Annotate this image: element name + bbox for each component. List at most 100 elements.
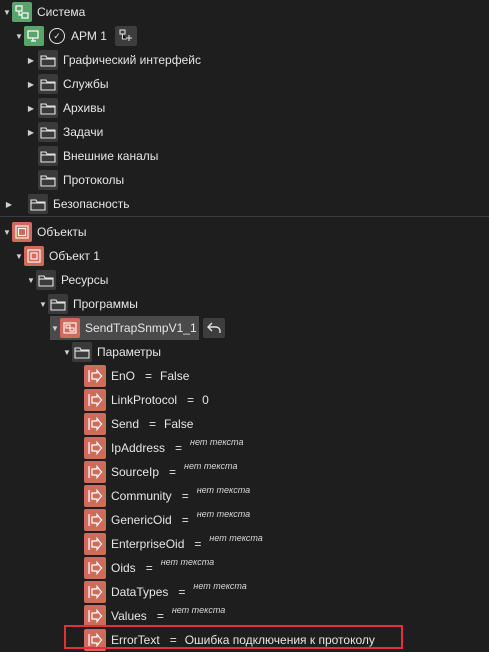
- parameter-row[interactable]: LinkProtocol = 0: [84, 388, 209, 412]
- tree-node-arm-child[interactable]: ▶ Задачи: [26, 120, 103, 144]
- parameter-row[interactable]: Oids = нет текста: [84, 556, 214, 580]
- folder-icon: [48, 294, 68, 314]
- folder-icon: [38, 122, 58, 142]
- equals-sign: =: [149, 417, 157, 431]
- parameter-value: нет текста: [209, 533, 263, 543]
- folder-icon: [38, 50, 58, 70]
- tree-node-label: Параметры: [97, 345, 161, 359]
- parameter-name: Oids: [111, 561, 136, 575]
- parameter-name: Send: [111, 417, 140, 431]
- parameter-name: EnterpriseOid: [111, 537, 185, 551]
- collapse-arrow-icon[interactable]: ▼: [2, 227, 12, 237]
- tree-node-resources[interactable]: ▼ Ресурсы: [26, 268, 108, 292]
- tree-node-arm[interactable]: ▼ ✓ АРМ 1: [14, 24, 137, 48]
- parameter-value: нет текста: [184, 461, 238, 471]
- equals-sign: =: [194, 537, 202, 551]
- expand-arrow-icon[interactable]: ▶: [26, 79, 36, 89]
- parameter-value: False: [160, 369, 190, 383]
- tree-node-label: Протоколы: [63, 173, 125, 187]
- tree-node-label: Безопасность: [53, 197, 130, 211]
- tree-node-label: SendTrapSnmpV1_1: [85, 321, 197, 335]
- tree-node-security[interactable]: ▶ Безопасность: [2, 192, 130, 216]
- tree-node-arm-child[interactable]: Внешние каналы: [26, 144, 158, 168]
- system-node-icon: [12, 2, 32, 22]
- tree-node-label: Ресурсы: [61, 273, 109, 287]
- parameter-value: нет текста: [171, 605, 226, 615]
- tree-node-arm-child[interactable]: ▶ Архивы: [26, 96, 105, 120]
- equals-sign: =: [178, 585, 186, 599]
- tree-node-parameters[interactable]: ▼ Параметры: [62, 340, 161, 364]
- collapse-arrow-icon[interactable]: ▼: [14, 251, 24, 261]
- collapse-arrow-icon[interactable]: ▼: [26, 275, 36, 285]
- tree-node-objects[interactable]: ▼ Объекты: [2, 220, 87, 244]
- input-parameter-icon: [84, 485, 106, 507]
- parameter-row[interactable]: Send = False: [84, 412, 193, 436]
- folder-icon: [38, 74, 58, 94]
- parameter-name: DataTypes: [111, 585, 169, 599]
- highlight-box: [64, 625, 403, 649]
- parameter-value: False: [164, 417, 194, 431]
- folder-icon: [36, 270, 56, 290]
- equals-sign: =: [181, 513, 189, 527]
- parameter-value: 0: [202, 393, 209, 407]
- tree-node-arm-child[interactable]: ▶ Службы: [26, 72, 108, 96]
- equals-sign: =: [145, 561, 153, 575]
- expand-arrow-icon[interactable]: ▶: [26, 55, 36, 65]
- collapse-arrow-icon[interactable]: ▼: [2, 7, 12, 17]
- tree-node-program[interactable]: ▼ SendTrapSnmpV1_1: [50, 316, 199, 340]
- tree-node-system[interactable]: ▼ Система: [2, 0, 85, 24]
- parameter-value: нет текста: [190, 437, 244, 447]
- add-child-icon[interactable]: [114, 26, 137, 46]
- status-check-icon: ✓: [49, 28, 65, 44]
- tree-node-label: Объекты: [37, 225, 87, 239]
- parameter-name: GenericOid: [111, 513, 172, 527]
- input-parameter-icon: [84, 557, 106, 579]
- tree-node-object1[interactable]: ▼ Объект 1: [14, 244, 100, 268]
- parameter-row[interactable]: EnO = False: [84, 364, 189, 388]
- collapse-arrow-icon[interactable]: ▼: [14, 31, 24, 41]
- input-parameter-icon: [84, 533, 106, 555]
- parameter-row[interactable]: SourceIp = нет текста: [84, 460, 237, 484]
- input-parameter-icon: [84, 461, 106, 483]
- tree-node-label: Система: [37, 5, 86, 19]
- parameter-value: нет текста: [196, 485, 251, 495]
- tree-node-arm-child[interactable]: ▶ Графический интерфейс: [26, 48, 201, 72]
- folder-icon: [38, 170, 58, 190]
- input-parameter-icon: [84, 365, 106, 387]
- section-divider: [0, 216, 489, 217]
- objects-node-icon: [12, 222, 32, 242]
- expand-arrow-icon[interactable]: ▶: [26, 103, 36, 113]
- tree-node-label: Архивы: [63, 101, 106, 115]
- parameter-value: нет текста: [196, 509, 251, 519]
- equals-sign: =: [175, 441, 183, 455]
- parameter-row[interactable]: IpAddress = нет текста: [84, 436, 243, 460]
- workstation-icon: [24, 26, 44, 46]
- folder-icon: [38, 98, 58, 118]
- parameter-value: нет текста: [193, 581, 247, 591]
- back-arrow-icon[interactable]: [203, 318, 225, 338]
- folder-icon: [28, 194, 48, 214]
- program-node-icon: [60, 318, 80, 338]
- input-parameter-icon: [84, 413, 106, 435]
- tree-node-programs[interactable]: ▼ Программы: [38, 292, 138, 316]
- parameter-name: LinkProtocol: [111, 393, 178, 407]
- expand-arrow-icon[interactable]: ▶: [26, 127, 36, 137]
- expand-arrow-icon[interactable]: ▶: [4, 199, 14, 209]
- tree-node-label: Объект 1: [49, 249, 100, 263]
- tree-node-arm-child[interactable]: Протоколы: [26, 168, 124, 192]
- parameter-row[interactable]: EnterpriseOid = нет текста: [84, 532, 263, 556]
- collapse-arrow-icon[interactable]: ▼: [50, 323, 60, 333]
- folder-icon: [38, 146, 58, 166]
- input-parameter-icon: [84, 389, 106, 411]
- collapse-arrow-icon[interactable]: ▼: [62, 347, 72, 357]
- parameter-row[interactable]: DataTypes = нет текста: [84, 580, 247, 604]
- parameter-name: Values: [111, 609, 147, 623]
- collapse-arrow-icon[interactable]: ▼: [38, 299, 48, 309]
- input-parameter-icon: [84, 437, 106, 459]
- tree-node-label: Задачи: [63, 125, 104, 139]
- tree-node-label: Программы: [73, 297, 138, 311]
- parameter-row[interactable]: GenericOid = нет текста: [84, 508, 250, 532]
- tree-node-label: Внешние каналы: [63, 149, 159, 163]
- parameter-row[interactable]: Community = нет текста: [84, 484, 250, 508]
